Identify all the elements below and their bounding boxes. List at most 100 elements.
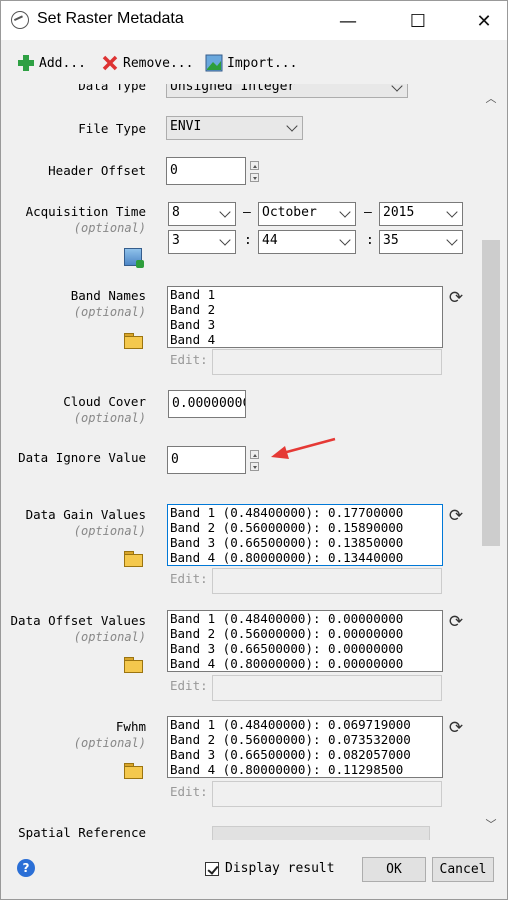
chevron-down-icon [286,120,298,132]
form-scroll-area: Data Type Unsigned Integer File Type ENV… [0,84,480,840]
spatial-reference-button[interactable] [212,826,430,840]
acq-day-value: 8 [172,205,180,220]
scrollbar-thumb[interactable] [482,240,500,546]
cancel-button[interactable]: Cancel [432,857,494,882]
display-result-label[interactable]: Display result [225,861,335,876]
cloud-cover-input[interactable]: 0.0000000C [168,390,246,418]
fwhm-optional: (optional) [73,736,146,750]
acq-second-select[interactable]: 35 [379,230,463,254]
spin-up-icon[interactable] [250,161,259,170]
acq-hour-select[interactable]: 3 [168,230,236,254]
spin-up-icon[interactable] [250,450,259,459]
acq-second-value: 35 [383,233,399,248]
chevron-down-icon [391,84,403,92]
chevron-down-icon [446,206,458,218]
offset-optional: (optional) [73,630,146,644]
acq-year-value: 2015 [383,205,415,220]
window-title: Set Raster Metadata [37,10,184,27]
band-names-list[interactable]: Band 1 Band 2 Band 3 Band 4 [167,286,443,348]
header-offset-label: Header Offset [48,163,146,178]
file-type-select[interactable]: ENVI [166,116,303,140]
scroll-down-icon[interactable]: ﹀ [483,816,499,831]
add-label: Add... [39,55,86,71]
data-type-select[interactable]: Unsigned Integer [166,84,408,98]
fwhm-values-list[interactable]: Band 1 (0.48400000): 0.069719000 Band 2 … [167,716,443,778]
dash-separator: – [243,205,251,220]
acq-month-select[interactable]: October [258,202,356,226]
spatial-reference-label: Spatial Reference [18,825,146,840]
gain-edit-input[interactable] [212,568,442,594]
red-arrow-annotation [271,437,336,459]
gain-label: Data Gain Values [25,507,146,522]
folder-icon[interactable] [123,550,143,567]
import-label: Import... [227,55,298,71]
band-names-edit-label: Edit: [170,352,208,367]
cloud-cover-label: Cloud Cover [63,394,146,409]
remove-x-icon [101,54,119,72]
folder-icon[interactable] [123,762,143,779]
import-button[interactable]: Import... [205,52,297,74]
import-image-icon [205,54,223,72]
folder-icon[interactable] [123,332,143,349]
display-result-checkbox[interactable] [205,862,219,876]
chevron-down-icon [446,234,458,246]
acq-minute-value: 44 [262,233,278,248]
colon-separator: : [366,233,374,248]
band-names-edit-input[interactable] [212,349,442,375]
maximize-button[interactable]: ☐ [395,1,441,41]
remove-button[interactable]: Remove... [101,52,193,74]
help-icon[interactable]: ? [17,859,35,877]
acq-month-value: October [262,205,317,220]
cloud-cover-optional: (optional) [73,411,146,425]
fwhm-edit-input[interactable] [212,781,442,807]
add-button[interactable]: Add... [17,52,86,74]
acq-year-select[interactable]: 2015 [379,202,463,226]
refresh-icon[interactable]: ⟳ [447,507,465,525]
data-ignore-input[interactable]: 0 [167,446,246,474]
header-offset-spinner[interactable] [250,161,260,183]
acquisition-time-label: Acquisition Time [25,204,146,219]
chevron-down-icon [219,234,231,246]
colon-separator: : [244,233,252,248]
offset-label: Data Offset Values [10,613,146,628]
refresh-icon[interactable]: ⟳ [447,613,465,631]
data-type-label: Data Type [78,84,146,93]
minimize-button[interactable]: — [325,1,371,41]
close-button[interactable]: ✕ [461,1,507,41]
chevron-down-icon [339,206,351,218]
image-metadata-icon[interactable] [124,248,144,268]
plus-icon [17,54,35,72]
gain-optional: (optional) [73,524,146,538]
spin-down-icon[interactable] [250,462,259,471]
data-ignore-spinner[interactable] [250,450,260,472]
dialog-footer: ? Display result OK Cancel [0,840,508,900]
file-type-value: ENVI [170,119,202,134]
fwhm-edit-label: Edit: [170,784,208,799]
remove-label: Remove... [123,55,194,71]
acq-day-select[interactable]: 8 [168,202,236,226]
spin-down-icon[interactable] [250,173,259,182]
header-offset-input[interactable]: 0 [166,157,246,185]
scroll-up-icon[interactable]: ︿ [483,90,499,105]
refresh-icon[interactable]: ⟳ [447,289,465,307]
gain-values-list[interactable]: Band 1 (0.48400000): 0.17700000 Band 2 (… [167,504,443,566]
band-names-optional: (optional) [73,305,146,319]
toolbar: Add... Remove... Import... [0,40,508,84]
data-ignore-label: Data Ignore Value [18,450,146,465]
chevron-down-icon [339,234,351,246]
refresh-icon[interactable]: ⟳ [447,719,465,737]
data-type-value: Unsigned Integer [170,84,296,94]
offset-values-list[interactable]: Band 1 (0.48400000): 0.00000000 Band 2 (… [167,610,443,672]
folder-icon[interactable] [123,656,143,673]
acquisition-time-optional: (optional) [73,221,146,235]
band-names-label: Band Names [70,288,146,303]
offset-edit-label: Edit: [170,678,208,693]
acq-minute-select[interactable]: 44 [258,230,356,254]
chevron-down-icon [219,206,231,218]
gain-edit-label: Edit: [170,571,208,586]
offset-edit-input[interactable] [212,675,442,701]
vertical-scrollbar[interactable]: ︿ ﹀ [480,84,508,840]
ok-button[interactable]: OK [362,857,426,882]
file-type-label: File Type [78,121,146,136]
app-icon [11,11,29,29]
